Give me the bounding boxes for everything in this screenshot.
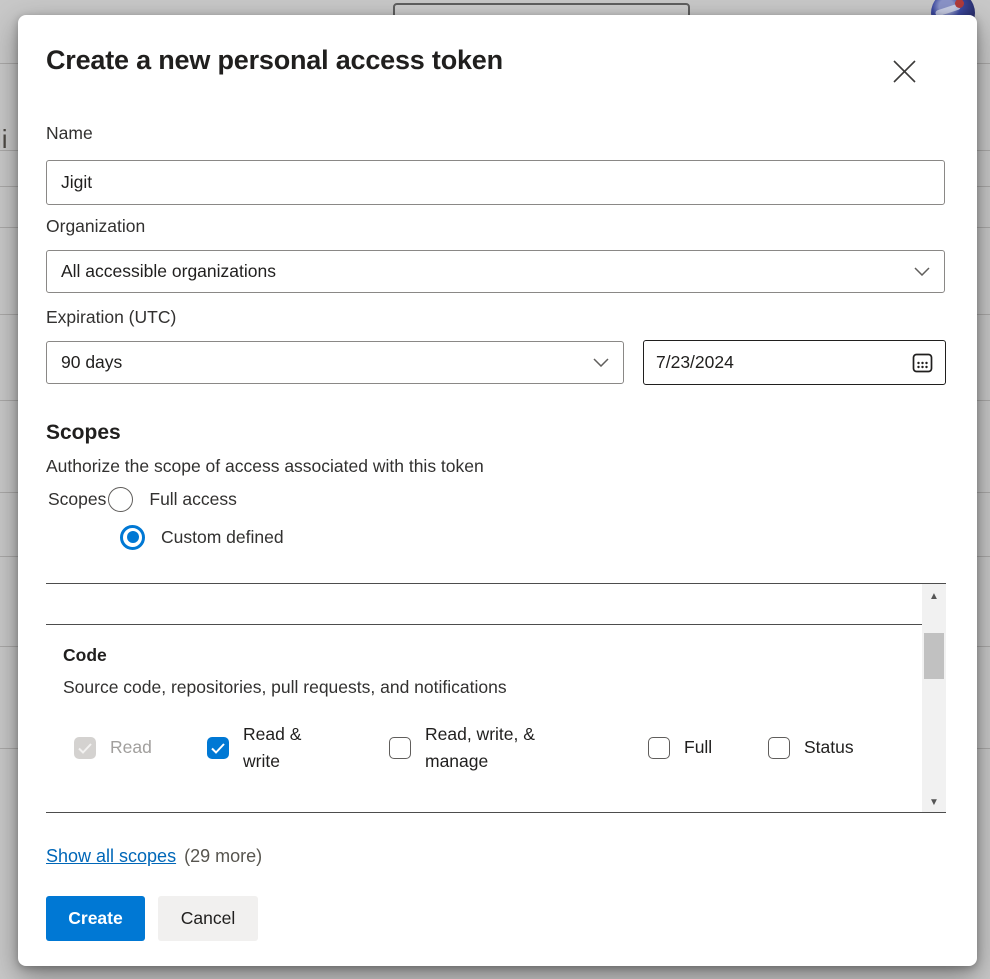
expiration-label: Expiration (UTC) xyxy=(46,307,176,328)
permission-read[interactable]: Read xyxy=(74,722,152,774)
permission-label: Read & write xyxy=(243,721,321,775)
background-partial-text: li xyxy=(0,124,8,155)
organization-value: All accessible organizations xyxy=(61,261,276,282)
chevron-down-icon xyxy=(914,267,930,276)
scrollbar-thumb[interactable] xyxy=(924,633,944,679)
radio-option-custom-defined[interactable]: Custom defined xyxy=(120,523,284,551)
expiration-value: 90 days xyxy=(61,352,122,373)
permission-read-write[interactable]: Read & write xyxy=(207,722,321,774)
name-input[interactable] xyxy=(46,160,945,205)
permission-label: Read, write, & manage xyxy=(425,721,549,775)
calendar-icon[interactable] xyxy=(912,352,933,373)
chevron-down-icon xyxy=(593,358,609,367)
permission-label: Full xyxy=(684,734,712,761)
radio-option-full-access[interactable]: Scopes Full access xyxy=(48,485,237,513)
expiration-dropdown[interactable]: 90 days xyxy=(46,341,624,384)
expiration-date-value: 7/23/2024 xyxy=(656,352,734,373)
scroll-up-icon[interactable]: ▲ xyxy=(922,586,946,606)
permission-status[interactable]: Status xyxy=(768,722,854,774)
create-button[interactable]: Create xyxy=(46,896,145,941)
check-icon xyxy=(78,743,92,754)
scope-section-description: Source code, repositories, pull requests… xyxy=(63,677,507,698)
checkbox-checked-disabled-icon xyxy=(74,737,96,759)
checkbox-unchecked-icon[interactable] xyxy=(768,737,790,759)
dialog-title: Create a new personal access token xyxy=(46,45,503,76)
close-icon xyxy=(893,60,916,83)
close-button[interactable] xyxy=(886,53,922,89)
radio-icon-selected[interactable] xyxy=(120,525,145,550)
check-icon xyxy=(211,743,225,754)
show-all-scopes-row: Show all scopes (29 more) xyxy=(46,846,262,867)
section-divider xyxy=(46,624,922,625)
organization-label: Organization xyxy=(46,216,145,237)
radio-label: Custom defined xyxy=(161,527,284,548)
permission-label: Status xyxy=(804,734,854,761)
name-label: Name xyxy=(46,123,93,144)
more-scopes-count: (29 more) xyxy=(184,846,262,867)
expiration-date-input[interactable]: 7/23/2024 xyxy=(643,340,946,385)
checkbox-unchecked-icon[interactable] xyxy=(648,737,670,759)
checkbox-unchecked-icon[interactable] xyxy=(389,737,411,759)
permission-full[interactable]: Full xyxy=(648,722,712,774)
create-pat-dialog: Create a new personal access token Name … xyxy=(18,15,977,966)
permission-read-write-manage[interactable]: Read, write, & manage xyxy=(389,722,549,774)
show-all-scopes-link[interactable]: Show all scopes xyxy=(46,846,176,867)
scroll-down-icon[interactable]: ▼ xyxy=(922,792,946,812)
scopes-description: Authorize the scope of access associated… xyxy=(46,456,484,477)
scrollbar[interactable]: ▲ ▼ xyxy=(922,584,946,813)
radio-icon-unselected[interactable] xyxy=(108,487,133,512)
permission-label: Read xyxy=(110,734,152,761)
organization-dropdown[interactable]: All accessible organizations xyxy=(46,250,945,293)
checkbox-checked-icon[interactable] xyxy=(207,737,229,759)
radio-label: Full access xyxy=(149,489,237,510)
scope-section-name: Code xyxy=(63,645,107,666)
cancel-button[interactable]: Cancel xyxy=(158,896,258,941)
scopes-group-label: Scopes xyxy=(48,489,106,510)
scopes-heading: Scopes xyxy=(46,421,121,445)
scopes-scroll-area: Code Source code, repositories, pull req… xyxy=(46,583,946,813)
